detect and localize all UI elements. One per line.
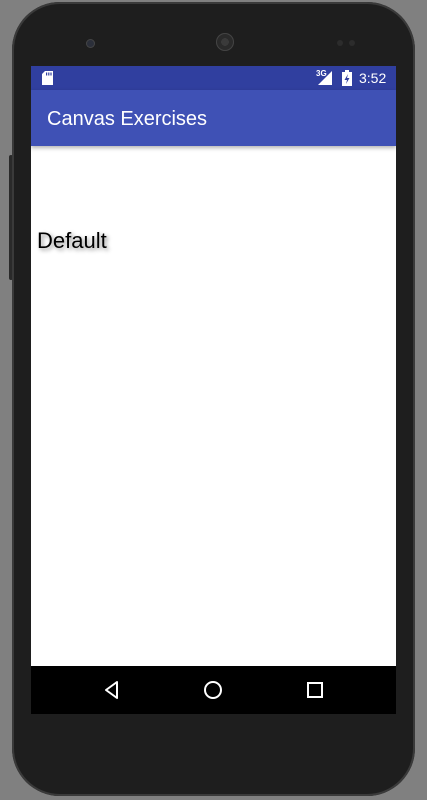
status-clock: 3:52 bbox=[359, 70, 387, 86]
home-icon[interactable] bbox=[201, 678, 225, 702]
earpiece-speaker bbox=[216, 33, 234, 51]
light-sensor bbox=[349, 40, 355, 46]
recents-icon[interactable] bbox=[303, 678, 327, 702]
sd-card-icon bbox=[42, 71, 53, 85]
back-icon[interactable] bbox=[100, 678, 124, 702]
front-camera bbox=[86, 39, 95, 48]
canvas-default-text: Default bbox=[37, 228, 107, 253]
cell-signal-icon bbox=[318, 71, 332, 85]
proximity-sensor bbox=[337, 40, 343, 46]
app-toolbar: Canvas Exercises bbox=[31, 90, 396, 146]
navigation-bar bbox=[31, 666, 396, 714]
canvas-view[interactable]: Default bbox=[31, 146, 396, 666]
status-bar: 3G 3:52 bbox=[31, 66, 396, 90]
app-title: Canvas Exercises bbox=[47, 108, 208, 130]
device-screen: 3G 3:52 Canvas Exercises Default bbox=[31, 66, 396, 714]
battery-charging-icon bbox=[342, 70, 352, 86]
